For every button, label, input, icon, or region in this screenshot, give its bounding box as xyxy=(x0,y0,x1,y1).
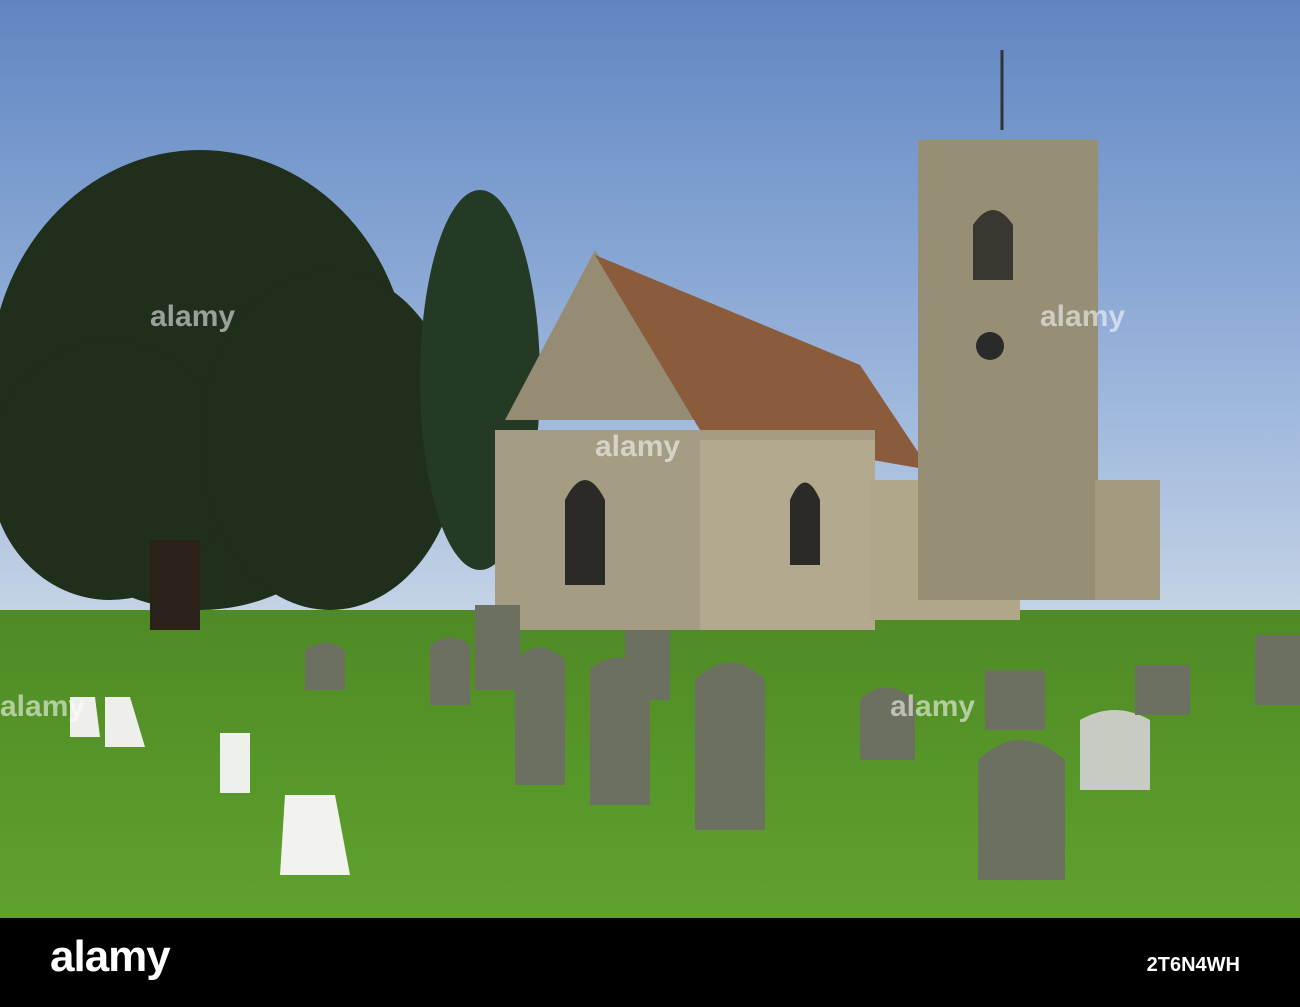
alamy-logo: alamy xyxy=(50,932,171,981)
image-id: 2T6N4WH xyxy=(1146,954,1240,976)
watermark-text: alamy xyxy=(595,430,681,463)
watermark-text: alamy xyxy=(890,690,976,723)
watermark-text: alamy xyxy=(1040,300,1126,333)
watermark-text: alamy xyxy=(150,300,236,333)
watermark-bar: alamy 2T6N4WH xyxy=(0,918,1300,1007)
watermark-text: alamy xyxy=(0,690,86,723)
